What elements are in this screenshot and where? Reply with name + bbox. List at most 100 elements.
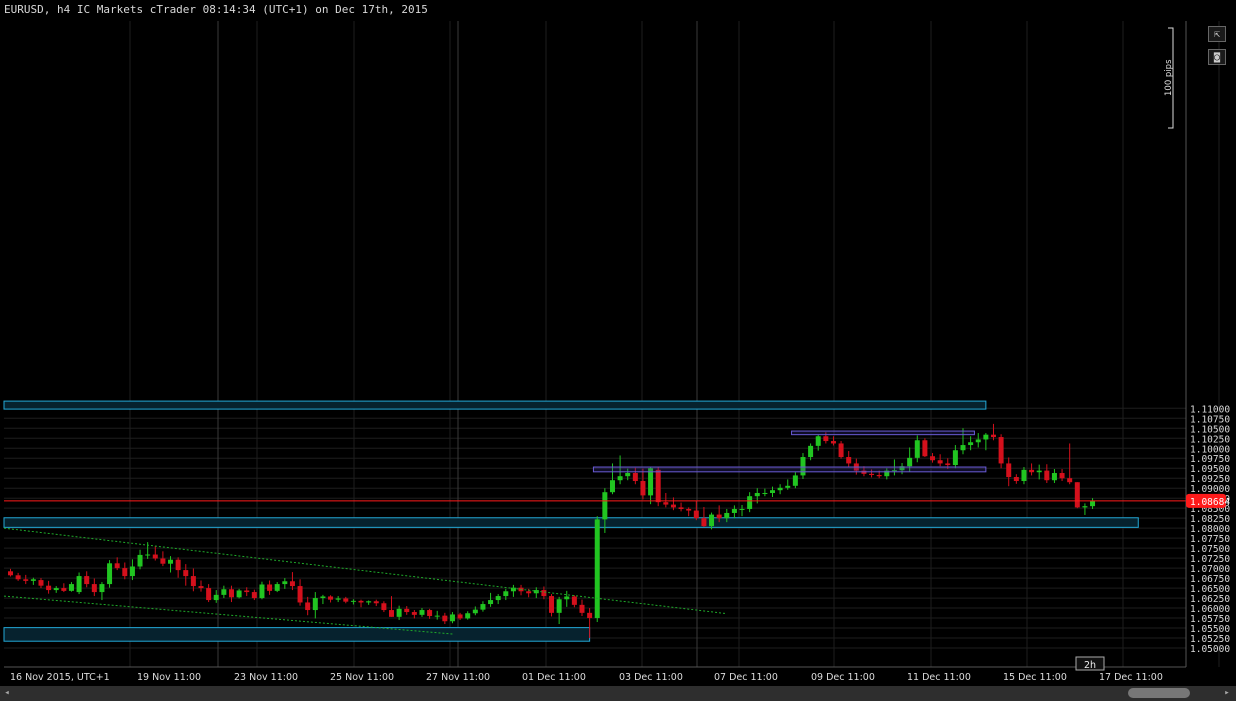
candle-body	[815, 436, 821, 446]
candle-body	[282, 581, 288, 585]
candle-body	[305, 602, 311, 611]
candle-body	[632, 473, 638, 482]
bearish-candle	[922, 438, 928, 458]
candle-body	[716, 514, 722, 519]
chart-area[interactable]: 1.050001.052501.055001.057501.060001.062…	[0, 0, 1236, 686]
candle-body	[678, 507, 684, 509]
y-tick-label: 1.06500	[1190, 584, 1230, 595]
candle-body	[168, 559, 174, 564]
candle-body	[777, 487, 783, 491]
candle-body	[808, 445, 814, 458]
candle-body	[259, 584, 265, 599]
y-tick-label: 1.07250	[1190, 554, 1230, 565]
scrollbar-thumb[interactable]	[1128, 688, 1190, 698]
candle-body	[571, 596, 577, 605]
candle-body	[670, 504, 676, 508]
bullish-candle	[107, 560, 113, 588]
period-badge-label: 2h	[1084, 660, 1096, 671]
candle-body	[15, 575, 21, 580]
scroll-right-arrow-icon[interactable]: ▸	[1222, 687, 1232, 699]
candle-body	[754, 492, 760, 497]
candle-body	[922, 440, 928, 457]
y-tick-label: 1.10500	[1190, 424, 1230, 435]
y-tick-label: 1.09500	[1190, 464, 1230, 475]
candle-body	[335, 598, 341, 600]
candle-body	[952, 450, 958, 466]
candle-body	[739, 508, 745, 510]
x-tick-label: 23 Nov 11:00	[234, 672, 298, 683]
candle-body	[990, 434, 996, 438]
candle-body	[709, 514, 715, 527]
candle-body	[609, 480, 615, 493]
candle-body	[930, 456, 936, 461]
candle-body	[785, 485, 791, 488]
candle-body	[617, 476, 623, 481]
candle-body	[449, 614, 455, 622]
candle-body	[1013, 477, 1019, 482]
bearish-candle	[838, 441, 844, 459]
candle-body	[289, 581, 295, 587]
y-tick-label: 1.06750	[1190, 574, 1230, 585]
y-tick-label: 1.10750	[1190, 414, 1230, 425]
x-tick-label: 25 Nov 11:00	[330, 672, 394, 683]
y-tick-label: 1.09250	[1190, 474, 1230, 485]
candle-body	[1006, 463, 1012, 478]
candle-body	[549, 596, 555, 613]
candle-body	[442, 615, 448, 622]
candle-body	[350, 600, 356, 602]
candle-body	[640, 481, 646, 496]
x-tick-label: 27 Nov 11:00	[426, 672, 490, 683]
bullish-candle	[594, 516, 600, 623]
candle-body	[975, 439, 981, 443]
candle-body	[411, 612, 417, 615]
candle-body	[1036, 470, 1042, 473]
candle-body	[823, 436, 829, 442]
x-tick-label: 16 Nov 2015, UTC+1	[10, 672, 110, 683]
candle-body	[762, 492, 768, 494]
candle-body	[968, 442, 974, 446]
candle-body	[373, 601, 379, 604]
x-tick-label: 11 Dec 11:00	[907, 672, 971, 683]
candle-body	[145, 554, 151, 556]
y-tick-label: 1.11000	[1190, 404, 1230, 415]
candle-body	[800, 457, 806, 476]
candle-body	[23, 579, 29, 581]
candle-body	[1074, 482, 1080, 508]
camera-icon: ◙	[1213, 52, 1221, 63]
candle-body	[937, 460, 943, 464]
candle-body	[198, 586, 204, 589]
candle-body	[541, 590, 547, 597]
bearish-candle	[655, 467, 661, 507]
bearish-candle	[998, 434, 1004, 469]
resistance-box-upper	[791, 430, 975, 436]
candle-body	[183, 570, 189, 577]
candle-body	[434, 615, 440, 617]
candle-body	[312, 598, 318, 611]
candle-body	[68, 584, 74, 591]
candle-body	[8, 571, 13, 576]
candle-body	[556, 599, 562, 613]
bearish-candle	[1074, 482, 1080, 509]
candle-body	[1067, 478, 1073, 483]
y-tick-label: 1.07750	[1190, 534, 1230, 545]
candle-body	[602, 492, 608, 520]
y-tick-label: 1.07000	[1190, 564, 1230, 575]
candle-body	[427, 610, 433, 617]
demand-zone-middle	[3, 517, 1139, 528]
candle-body	[1090, 500, 1096, 507]
candle-body	[686, 508, 692, 511]
popout-button[interactable]: ⇱	[1208, 26, 1226, 42]
candle-body	[457, 614, 463, 619]
candle-body	[129, 566, 135, 577]
candle-body	[960, 445, 966, 451]
screenshot-button[interactable]: ◙	[1208, 49, 1226, 65]
y-tick-label: 1.05250	[1190, 634, 1230, 645]
scroll-left-arrow-icon[interactable]: ◂	[2, 687, 12, 699]
x-tick-label: 09 Dec 11:00	[811, 672, 875, 683]
candle-body	[152, 554, 158, 559]
y-tick-label: 1.08250	[1190, 514, 1230, 525]
candle-body	[1044, 470, 1050, 481]
horizontal-scrollbar[interactable]	[0, 686, 1236, 701]
candle-body	[472, 609, 478, 614]
candle-body	[564, 596, 570, 600]
